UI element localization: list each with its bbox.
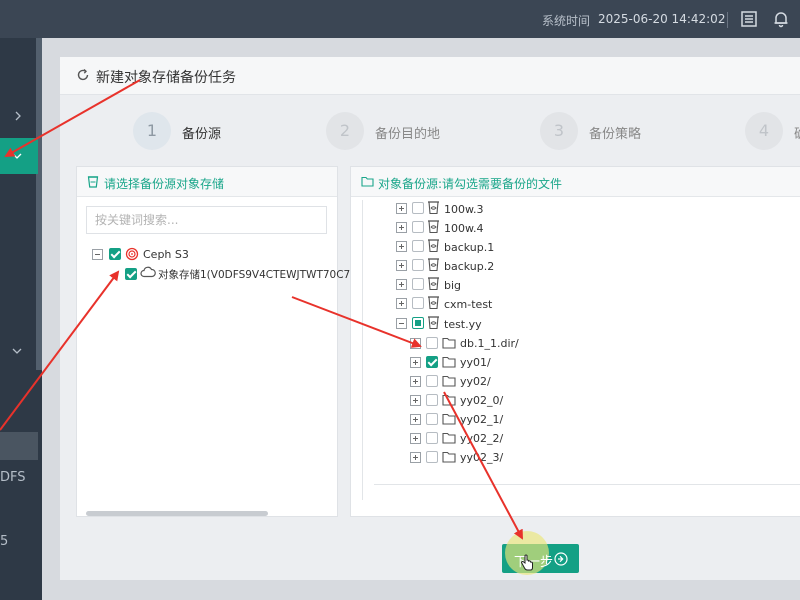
folder-icon (442, 337, 456, 349)
folder-checkbox[interactable] (426, 356, 438, 368)
bucket-icon (428, 316, 439, 330)
bucket-checkbox[interactable] (412, 259, 424, 271)
folder-label[interactable]: db.1_1.dir/ (460, 337, 519, 350)
step-3-circle: 3 (540, 112, 578, 150)
step-2-label: 备份目的地 (375, 127, 441, 142)
folder-label[interactable]: yy02_0/ (460, 394, 503, 407)
folder-label[interactable]: yy02/ (460, 375, 491, 388)
folder-label[interactable]: yy02_1/ (460, 413, 503, 426)
bucket-label[interactable]: big (444, 279, 461, 292)
folder-checkbox[interactable] (426, 451, 438, 463)
ceph-logo-icon (125, 247, 139, 261)
chevron-down-icon[interactable] (11, 345, 23, 357)
ceph-s3-checkbox[interactable] (109, 248, 121, 260)
bucket-label[interactable]: cxm-test (444, 298, 492, 311)
expand-toggle[interactable] (396, 222, 407, 233)
folder-checkbox[interactable] (426, 432, 438, 444)
bucket-icon (428, 277, 439, 291)
folder-icon (442, 394, 456, 406)
folder-icon (442, 432, 456, 444)
folder-checkbox[interactable] (426, 413, 438, 425)
bucket-label[interactable]: 100w.4 (444, 222, 483, 235)
bell-icon[interactable] (772, 10, 790, 28)
files-panel-title: 对象备份源:请勾选需要备份的文件 (378, 177, 563, 191)
tree-bottom-line (374, 484, 800, 485)
arrow-right-circle-icon[interactable] (554, 552, 568, 566)
bucket-icon (428, 201, 439, 215)
topbar-divider (727, 12, 728, 28)
step-3-label: 备份策略 (589, 127, 642, 142)
step-1-label: 备份源 (182, 127, 222, 142)
tree-horizontal-scrollbar[interactable] (86, 511, 268, 516)
hand-cursor-icon (520, 554, 533, 571)
sidebar-item-highlight[interactable] (0, 432, 38, 460)
sidebar-item-label[interactable]: 5 (0, 534, 8, 549)
tree-node-label[interactable]: Ceph S3 (143, 248, 189, 261)
expand-toggle[interactable] (410, 338, 421, 349)
expand-toggle[interactable] (396, 279, 407, 290)
keyword-search-input[interactable] (87, 207, 326, 233)
expand-toggle[interactable] (410, 433, 421, 444)
step-4-circle: 4 (745, 112, 783, 150)
bucket-checkbox[interactable] (412, 221, 424, 233)
bucket-checkbox[interactable] (412, 202, 424, 214)
expand-toggle[interactable] (410, 376, 421, 387)
folder-checkbox[interactable] (426, 394, 438, 406)
folder-icon (442, 375, 456, 387)
list-icon[interactable] (740, 10, 758, 28)
folder-label[interactable]: yy02_2/ (460, 432, 503, 445)
step-4-label: 确 (794, 123, 800, 142)
folder-label[interactable]: yy02_3/ (460, 451, 503, 464)
expand-toggle[interactable] (396, 241, 407, 252)
chevron-down-icon[interactable] (11, 150, 23, 162)
keyword-search-box (86, 206, 327, 234)
expand-toggle[interactable] (410, 414, 421, 425)
page-title: 新建对象存储备份任务 (96, 70, 236, 86)
folder-icon (442, 356, 456, 368)
bucket-checkbox-partial[interactable] (412, 317, 424, 329)
system-time-value: 2025-06-20 14:42:02 (598, 12, 726, 26)
bucket-checkbox[interactable] (412, 240, 424, 252)
refresh-icon[interactable] (76, 68, 90, 82)
bucket-label[interactable]: 100w.3 (444, 203, 483, 216)
expand-toggle[interactable] (410, 452, 421, 463)
expand-toggle[interactable] (410, 395, 421, 406)
bucket-checkbox[interactable] (412, 278, 424, 290)
sidebar-scrollbar[interactable] (36, 38, 42, 370)
folder-icon (442, 413, 456, 425)
bucket-label[interactable]: test.yy (444, 318, 482, 331)
folder-icon (442, 451, 456, 463)
bucket-checkbox[interactable] (412, 297, 424, 309)
folder-checkbox[interactable] (426, 337, 438, 349)
folder-label[interactable]: yy01/ (460, 356, 491, 369)
bucket-icon (428, 239, 439, 253)
tree-node-label[interactable]: 对象存储1(V0DFS9V4CTEWJTWT70C7@ (158, 267, 361, 282)
bucket-icon (428, 258, 439, 272)
collapse-toggle[interactable] (92, 249, 103, 260)
bucket-icon (428, 220, 439, 234)
cloud-storage-icon (140, 266, 156, 278)
chevron-right-icon[interactable] (12, 110, 24, 122)
expand-toggle[interactable] (396, 203, 407, 214)
bucket-icon (428, 296, 439, 310)
collapse-toggle[interactable] (396, 318, 407, 329)
folder-icon (361, 176, 374, 187)
bucket-icon (87, 176, 99, 188)
folder-checkbox[interactable] (426, 375, 438, 387)
bucket-label[interactable]: backup.1 (444, 241, 494, 254)
step-1-circle: 1 (133, 112, 171, 150)
system-time-label: 系统时间 (542, 14, 591, 28)
bucket-label[interactable]: backup.2 (444, 260, 494, 273)
expand-toggle[interactable] (396, 260, 407, 271)
tree-guide-line (362, 200, 363, 500)
object-storage-checkbox[interactable] (125, 268, 137, 280)
expand-toggle[interactable] (396, 298, 407, 309)
expand-toggle[interactable] (410, 357, 421, 368)
step-2-circle: 2 (326, 112, 364, 150)
sidebar-item-label[interactable]: DFS (0, 470, 26, 485)
source-panel-title: 请选择备份源对象存储 (104, 177, 225, 191)
